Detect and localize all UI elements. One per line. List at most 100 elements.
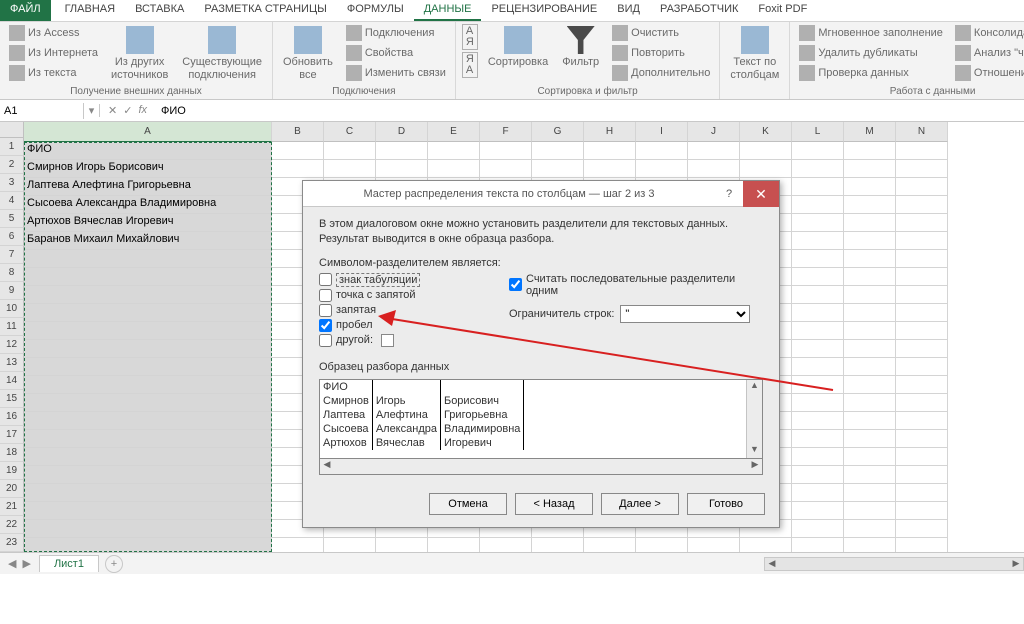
row-header[interactable]: 19 [0,462,24,480]
col-header[interactable]: F [480,122,532,142]
row-header[interactable]: 2 [0,156,24,174]
delim-other[interactable]: другой: [319,334,489,347]
btn-connections[interactable]: Подключения [343,24,449,42]
name-box[interactable]: A1 [0,103,84,119]
cell[interactable] [792,538,844,552]
menu-formulas[interactable]: ФОРМУЛЫ [337,0,414,21]
scroll-up-icon[interactable]: ▲ [747,380,762,394]
cell[interactable]: Артюхов Вячеслав Игоревич [24,214,272,232]
cell[interactable] [896,430,948,448]
row-header[interactable]: 20 [0,480,24,498]
hscroll-right-icon[interactable]: ▶ [1009,558,1023,570]
cell[interactable] [24,394,272,412]
tab-next-icon[interactable]: ▶ [22,557,30,570]
btn-data-validation[interactable]: Проверка данных [796,64,946,82]
menu-insert[interactable]: ВСТАВКА [125,0,194,21]
cell[interactable] [896,322,948,340]
row-header[interactable]: 14 [0,372,24,390]
cell[interactable] [792,268,844,286]
cancel-icon[interactable]: ✕ [108,104,117,117]
cell[interactable] [844,484,896,502]
cell[interactable] [844,430,896,448]
col-header[interactable]: I [636,122,688,142]
row-header[interactable]: 7 [0,246,24,264]
cell[interactable] [636,160,688,178]
cell[interactable] [272,142,324,160]
cell[interactable] [272,538,324,552]
btn-remove-dup[interactable]: Удалить дубликаты [796,44,946,62]
cell[interactable] [584,538,636,552]
delim-space[interactable]: пробел [319,319,489,332]
dialog-close-button[interactable]: ✕ [743,181,779,207]
cell[interactable] [24,502,272,520]
delim-tab[interactable]: знак табуляции [319,273,489,287]
cell[interactable] [844,214,896,232]
cell[interactable] [896,484,948,502]
row-header[interactable]: 18 [0,444,24,462]
btn-from-access[interactable]: Из Access [6,24,101,42]
row-header[interactable]: 13 [0,354,24,372]
menu-data[interactable]: ДАННЫЕ [414,0,482,21]
dialog-help-button[interactable]: ? [715,188,743,200]
cell[interactable]: Баранов Михаил Михайлович [24,232,272,250]
row-header[interactable]: 17 [0,426,24,444]
row-header[interactable]: 15 [0,390,24,408]
col-header[interactable]: L [792,122,844,142]
cell[interactable] [24,430,272,448]
cell[interactable]: ФИО [24,142,272,160]
tab-prev-icon[interactable]: ◀ [8,557,16,570]
btn-text-to-columns[interactable]: Текст по столбцам [726,24,783,84]
btn-from-web[interactable]: Из Интернета [6,44,101,62]
cell[interactable] [428,538,480,552]
cell[interactable] [792,430,844,448]
btn-edit-links[interactable]: Изменить связи [343,64,449,82]
cell[interactable] [324,160,376,178]
cell[interactable] [896,160,948,178]
cell[interactable] [792,448,844,466]
cell[interactable] [324,538,376,552]
hscroll-left-icon[interactable]: ◀ [765,558,779,570]
cell[interactable] [740,538,792,552]
cell[interactable] [532,160,584,178]
cell[interactable] [844,340,896,358]
finish-button[interactable]: Готово [687,493,765,515]
cell[interactable] [24,538,272,552]
cell[interactable] [24,448,272,466]
formula-input[interactable]: ФИО [155,105,1024,117]
cell[interactable] [896,376,948,394]
cell[interactable] [844,304,896,322]
cell[interactable] [24,358,272,376]
col-header[interactable]: E [428,122,480,142]
cell[interactable] [896,520,948,538]
back-button[interactable]: < Назад [515,493,593,515]
cell[interactable] [24,322,272,340]
cell[interactable] [896,412,948,430]
preview-hscroll[interactable]: ◀ ▶ [319,459,763,475]
fx-icon[interactable]: fx [138,104,147,117]
btn-refresh-all[interactable]: Обновить все [279,24,337,84]
cell[interactable] [24,250,272,268]
enter-icon[interactable]: ✓ [123,104,132,117]
cell[interactable] [792,178,844,196]
btn-sort-za[interactable]: Я А [462,52,478,78]
btn-advanced[interactable]: Дополнительно [609,64,713,82]
btn-existing-conn[interactable]: Существующие подключения [178,24,266,84]
col-header[interactable]: A [24,122,272,142]
row-header[interactable]: 6 [0,228,24,246]
cell[interactable] [844,322,896,340]
cell[interactable] [24,484,272,502]
cell[interactable] [792,250,844,268]
btn-reapply[interactable]: Повторить [609,44,713,62]
btn-filter[interactable]: Фильтр [558,24,603,71]
cell[interactable] [376,538,428,552]
row-header[interactable]: 22 [0,516,24,534]
row-header[interactable]: 12 [0,336,24,354]
cell[interactable] [792,394,844,412]
cell[interactable] [480,538,532,552]
cell[interactable] [896,250,948,268]
col-header[interactable]: C [324,122,376,142]
cell[interactable] [844,376,896,394]
cell[interactable] [792,376,844,394]
cell[interactable] [792,214,844,232]
cell[interactable] [896,502,948,520]
